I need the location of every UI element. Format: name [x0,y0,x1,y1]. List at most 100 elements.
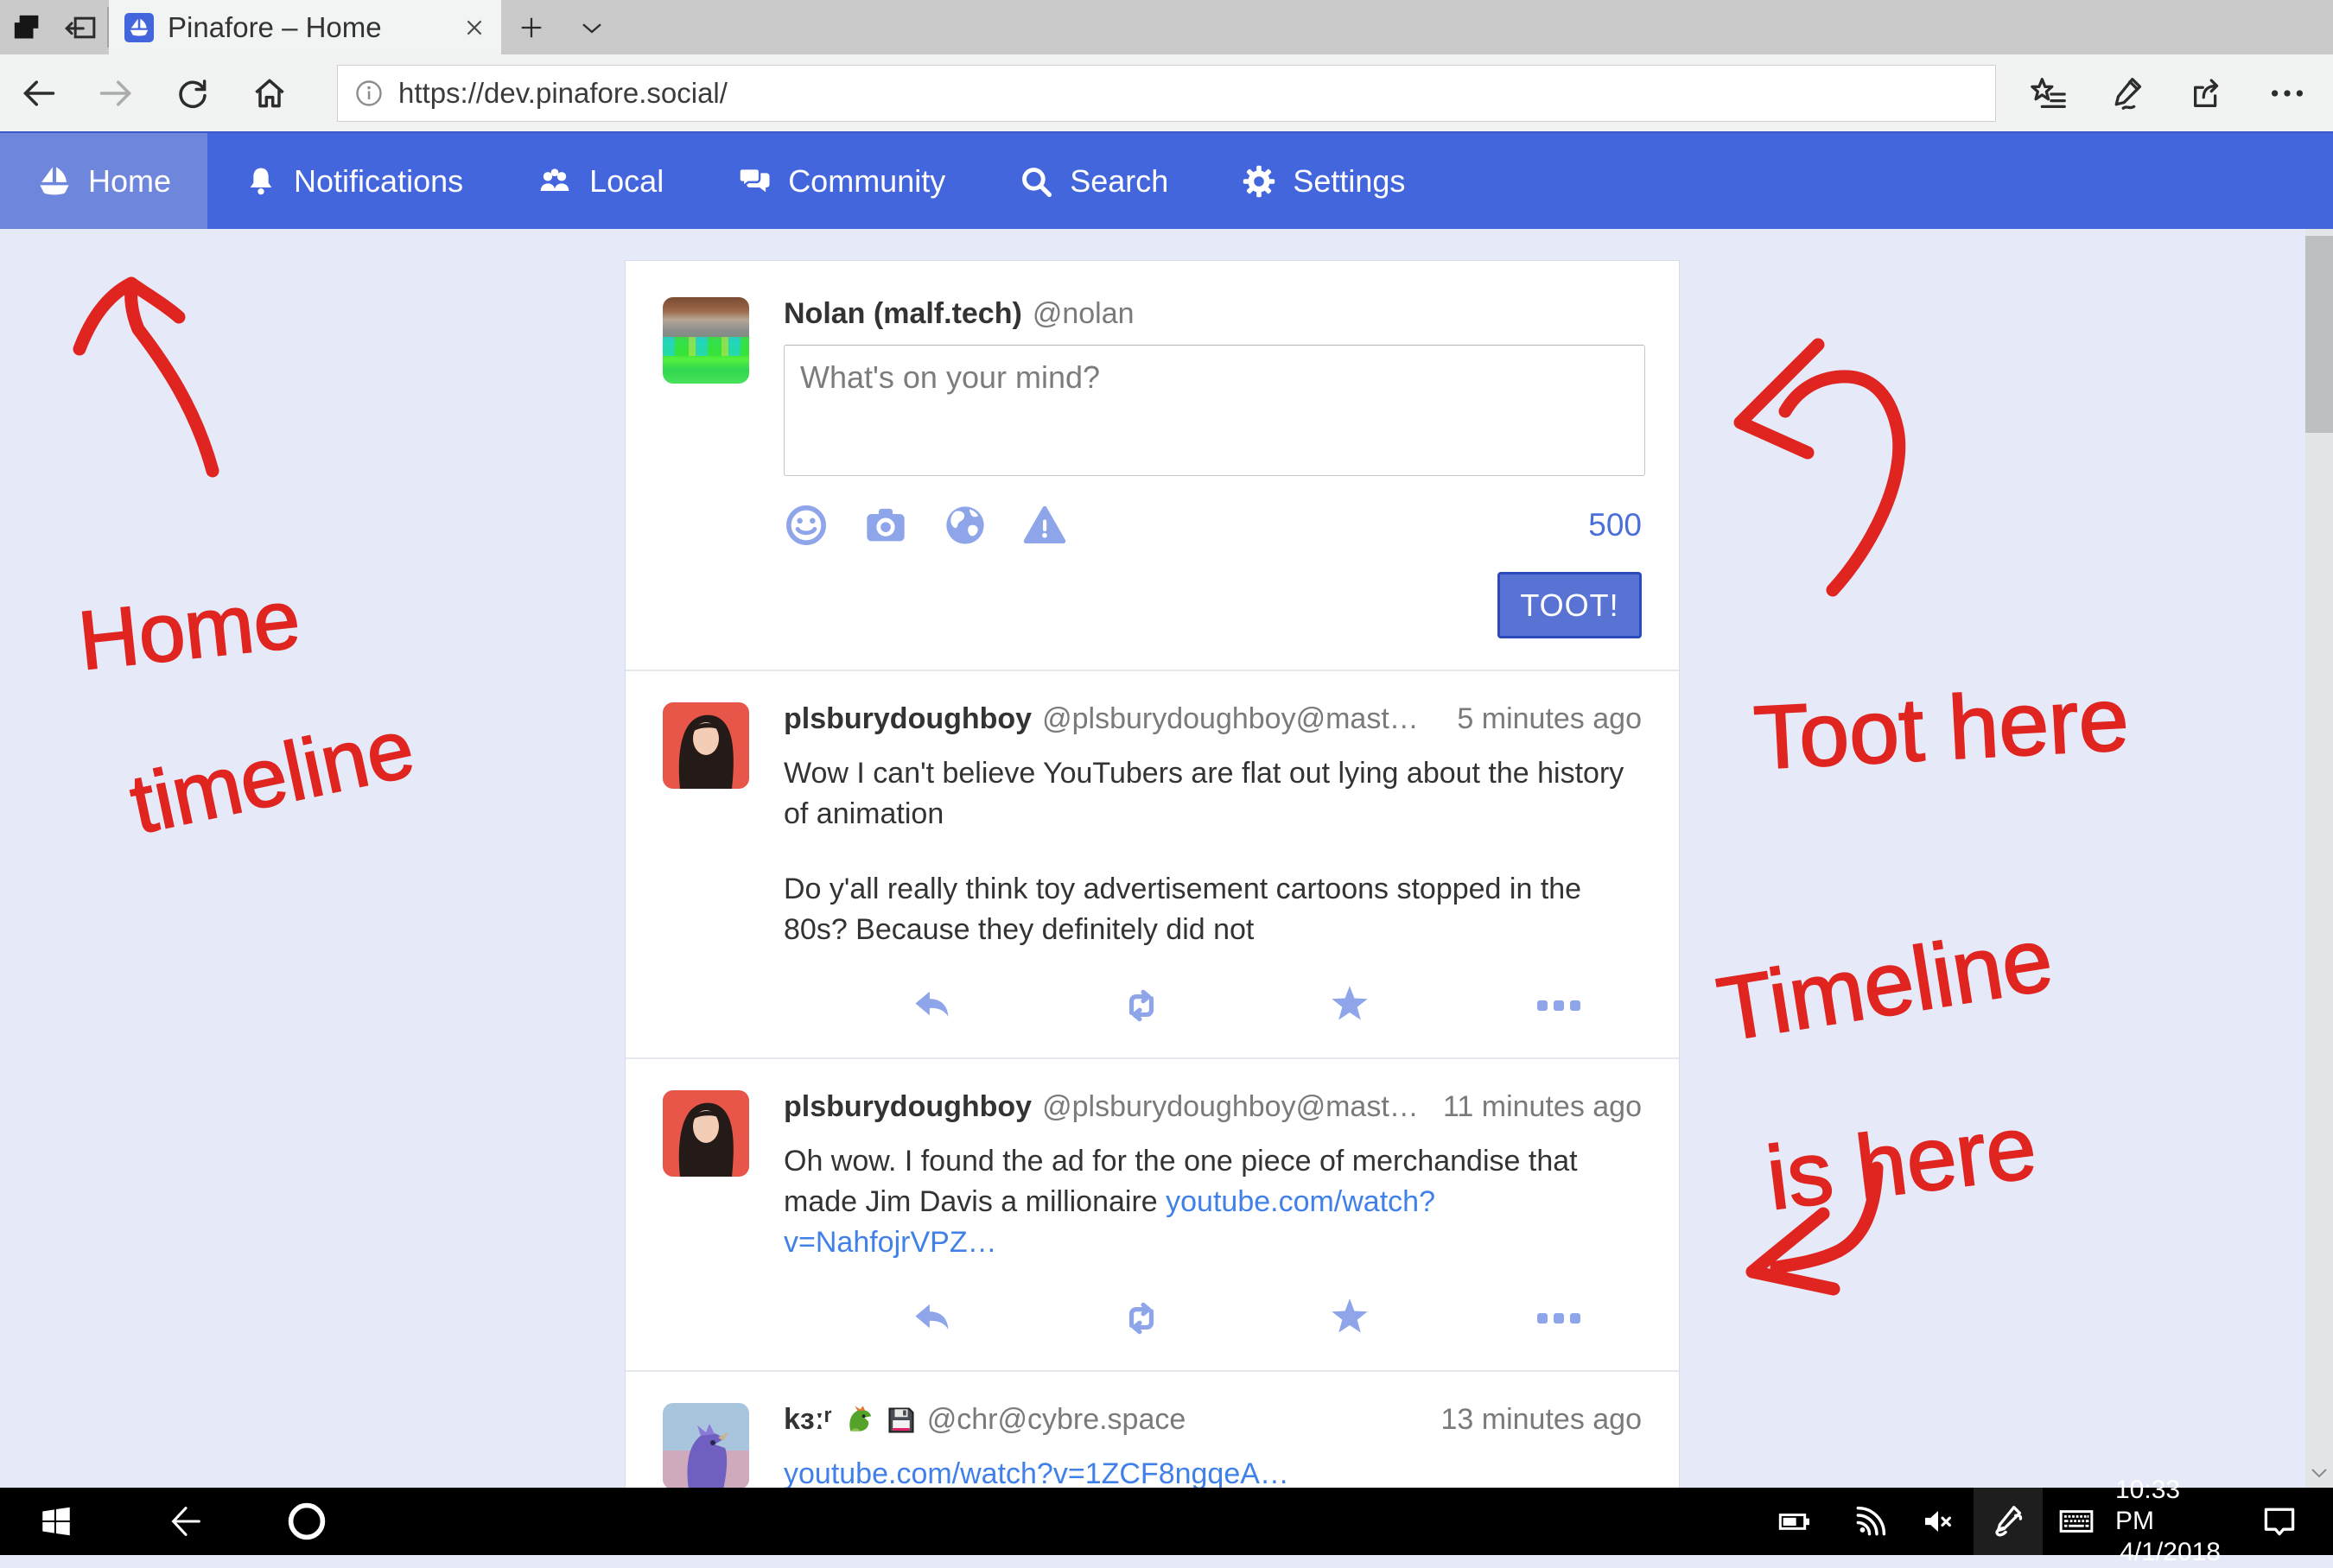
reply-button[interactable] [906,1297,958,1340]
floppy-disk-emoji-icon [886,1405,917,1436]
web-note-button[interactable] [2100,65,2157,122]
content-warning-icon[interactable] [1022,503,1067,548]
browser-toolbar: https://dev.pinafore.social/ [0,54,2333,131]
keyboard-icon [2055,1503,2098,1539]
post-time: 13 minutes ago [1429,1403,1643,1437]
tab-list-chevron-icon [579,15,605,41]
star-icon [1325,1296,1374,1341]
url-text[interactable]: https://dev.pinafore.social/ [398,77,728,110]
settings-more-button[interactable] [2259,65,2316,122]
favorites-hub-button[interactable] [2020,65,2077,122]
active-tab[interactable]: Pinafore – Home [109,0,501,54]
action-center-icon [2260,1502,2298,1540]
avatar[interactable] [663,702,749,789]
avatar[interactable] [663,1403,749,1488]
more-options-button[interactable] [1533,1313,1585,1324]
avatar[interactable] [663,1090,749,1177]
tab-list-button[interactable] [562,0,622,54]
compose-textarea[interactable] [784,345,1645,476]
post-3: kɜːʳ @chr@cybre.space [663,1372,1642,1488]
toot-button[interactable]: TOOT! [1497,572,1642,638]
home-button[interactable] [231,54,308,131]
nav-tab-search[interactable]: Search [982,133,1205,229]
wifi-status[interactable] [1840,1488,1901,1555]
cortana-circle-icon [284,1499,329,1544]
star-icon [1325,983,1374,1028]
post-display-name[interactable]: plsburydoughboy [784,1090,1032,1124]
share-button[interactable] [2179,65,2236,122]
nav-label: Settings [1293,163,1405,200]
address-bar[interactable]: https://dev.pinafore.social/ [337,65,1996,122]
start-button[interactable] [26,1488,86,1555]
tab-preview-button[interactable] [54,0,107,54]
post-body: Oh wow. I found the ad for the one piece… [784,1141,1642,1263]
nav-label: Notifications [294,163,463,200]
reply-icon [909,984,956,1027]
post-display-name[interactable]: plsburydoughboy [784,702,1032,736]
taskbar-back-button[interactable] [147,1488,225,1555]
nav-label: Community [788,163,945,200]
reply-button[interactable] [906,984,958,1027]
upload-media-icon[interactable] [863,503,908,548]
wifi-icon [1852,1502,1890,1540]
post-2: plsburydoughboy @plsburydoughboy@mastodo… [663,1059,1642,1370]
post-time: 11 minutes ago [1431,1090,1642,1124]
favorites-hub-icon [2029,73,2069,113]
post-handle: @plsburydoughboy@mastodon.s… [1042,1090,1421,1124]
compose-display-name: Nolan (malf.tech) [784,297,1022,331]
nav-label: Local [589,163,664,200]
nav-tab-notifications[interactable]: Notifications [207,133,499,229]
back-button[interactable] [0,54,77,131]
battery-icon [1775,1504,1815,1539]
new-tab-icon [518,15,544,41]
boost-button[interactable] [1116,1297,1167,1340]
users-icon [536,164,574,199]
close-tab-icon[interactable] [463,16,486,39]
clock-time: 10:33 PM [2115,1475,2221,1537]
more-options-button[interactable] [1533,1000,1585,1011]
post-1: plsburydoughboy @plsburydoughboy@mastodo… [663,671,1642,1057]
scrollbar-thumb[interactable] [2305,236,2333,433]
boost-button[interactable] [1116,984,1167,1027]
emoji-picker-icon[interactable] [784,503,829,548]
timeline-page: Nolan (malf.tech) @nolan [0,229,2333,1488]
magnifier-icon [1018,163,1054,200]
browser-tab-strip: Pinafore – Home [0,0,2333,54]
windows-ink-button[interactable] [1974,1488,2043,1555]
back-icon [20,74,58,112]
nav-tab-home[interactable]: Home [0,133,207,229]
forward-icon [97,74,135,112]
favorite-button[interactable] [1324,983,1376,1028]
volume-status[interactable] [1908,1488,1968,1555]
nav-tab-community[interactable]: Community [700,133,982,229]
touch-keyboard-button[interactable] [2046,1488,2107,1555]
new-tab-button[interactable] [501,0,562,54]
cortana-button[interactable] [268,1488,346,1555]
battery-status[interactable] [1764,1488,1825,1555]
nav-tab-settings[interactable]: Settings [1205,133,1441,229]
avatar[interactable] [663,297,749,384]
post-link[interactable]: youtube.com/watch?v=1ZCF8ngqeA… [784,1457,1289,1488]
favorite-button[interactable] [1324,1296,1376,1341]
reply-icon [909,1297,956,1340]
set-tabs-aside-button[interactable] [0,0,54,54]
chat-bubbles-icon [736,163,772,200]
scroll-down-icon[interactable] [2309,1465,2330,1481]
page-scrollbar[interactable] [2305,229,2333,1488]
set-tabs-aside-icon [10,10,44,45]
post-privacy-icon[interactable] [943,503,988,548]
nav-tab-local[interactable]: Local [499,133,700,229]
post-body: Wow I can't believe YouTubers are flat o… [784,753,1642,950]
post-display-name[interactable]: kɜːʳ [784,1403,832,1437]
post-handle: @chr@cybre.space [927,1403,1186,1437]
refresh-button[interactable] [154,54,231,131]
dragon-emoji-icon [842,1404,875,1437]
timeline-card: Nolan (malf.tech) @nolan [625,260,1680,1488]
taskbar-clock[interactable]: 10:33 PM 4/1/2018 [2115,1488,2221,1555]
site-info-icon[interactable] [353,78,385,109]
forward-button[interactable] [77,54,154,131]
char-count: 500 [1588,507,1642,543]
action-center-button[interactable] [2245,1488,2314,1555]
post-time: 5 minutes ago [1445,702,1642,736]
nav-label: Search [1070,163,1168,200]
